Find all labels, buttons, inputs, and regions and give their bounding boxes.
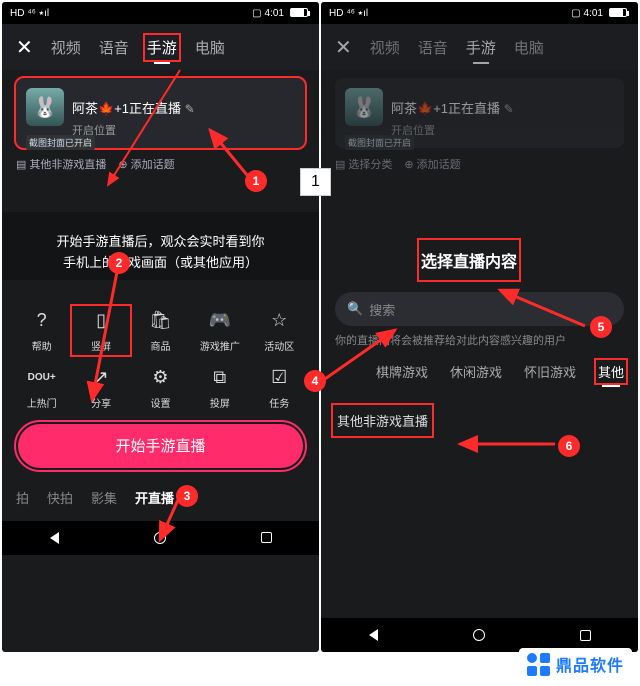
nav-home-icon[interactable] [473,629,485,641]
android-navbar [321,618,638,652]
row-chips: ▤ 其他非游戏直播 ⊕ 添加话题 [16,156,305,172]
profile-card[interactable]: 🐰 阿茶🍁+1正在直播 ✎ 截图封面已开启 开启位置 [16,78,305,148]
android-navbar [2,521,319,555]
step-label-box: 1 [300,168,331,196]
avatar[interactable]: 🐰 [345,88,383,126]
profile-card[interactable]: 🐰 阿茶🍁+1正在直播 ✎ 截图封面已开启 开启位置 [335,78,624,148]
dou-icon: DOU+ [29,365,55,391]
topic-chip[interactable]: ⊕ 添加话题 [404,156,460,172]
dou-button[interactable]: DOU+上热门 [15,365,69,410]
marker-3: 3 [176,485,198,507]
other-nongame-item[interactable]: 其他非游戏直播 [335,407,430,434]
nav-home-icon[interactable] [154,532,166,544]
cat-retro[interactable]: 怀旧游戏 [524,362,576,381]
search-hint: 你的直播间将会被推荐给对此内容感兴趣的用户 [335,332,624,348]
edit-icon[interactable]: ✎ [185,102,195,116]
dialog-title: 选择直播内容 [421,242,517,278]
panel-description: 开始手游直播后，观众会实时看到你 手机上的游戏画面（或其他应用） [2,212,319,280]
share-button[interactable]: ↗分享 [74,365,128,410]
top-tabs: ✕ 视频 语音 手游 电脑 [321,24,638,70]
tab-mobile-game[interactable]: 手游 [147,37,177,58]
edit-icon[interactable]: ✎ [504,102,514,116]
stream-title: 阿茶🍁+1正在直播 ✎ [72,98,195,117]
marker-6: 6 [558,435,580,457]
tab-album[interactable]: 影集 [91,488,117,507]
tab-mobile-game[interactable]: 手游 [466,37,496,58]
cover-badge: 截图封面已开启 [345,135,414,150]
stream-title: 阿茶🍁+1正在直播 ✎ [391,98,514,117]
tab-quickshot[interactable]: 快拍 [47,488,73,507]
portrait-icon: ▯ [88,308,114,334]
top-tabs: ✕ 视频 语音 手游 电脑 [2,24,319,70]
cat-other[interactable]: 其他 [598,362,624,381]
search-placeholder: 搜索 [369,300,395,319]
icon-row-2: DOU+上热门 ↗分享 ⚙设置 ⧉投屏 ☑任务 [2,357,319,414]
task-button[interactable]: ☑任务 [252,365,306,410]
goods-button[interactable]: 🛍商品 [133,308,187,353]
tab-live[interactable]: 开直播 [135,488,174,507]
activity-button[interactable]: ☆活动区 [252,308,306,353]
search-icon: 🔍 [347,301,363,317]
location-toggle-label[interactable]: 开启位置 [72,122,295,138]
marker-2: 2 [108,252,130,274]
row-chips: ▤ 选择分类 ⊕ 添加话题 [335,156,624,172]
nav-back-icon[interactable] [50,532,59,544]
icon-row-1: ?帮助 ▯竖屏 🛍商品 🎮游戏推广 ☆活动区 [2,300,319,357]
status-bar: HD⁴⁶ ٭ıl ▢4:01 [321,2,638,24]
bottom-tabs: 拍 快拍 影集 开直播 [2,478,319,521]
orientation-button[interactable]: ▯竖屏 [74,308,128,353]
nav-recent-icon[interactable] [261,532,272,543]
tab-video[interactable]: 视频 [51,37,81,58]
tab-audio[interactable]: 语音 [99,37,129,58]
avatar[interactable]: 🐰 [26,88,64,126]
cast-button[interactable]: ⧉投屏 [193,365,247,410]
settings-button[interactable]: ⚙设置 [133,365,187,410]
cover-badge: 截图封面已开启 [26,135,95,150]
tab-shoot[interactable]: 拍 [16,488,29,507]
start-stream-button[interactable]: 开始手游直播 [18,424,303,468]
gamepad-icon: 🎮 [207,308,233,334]
category-row: 棋牌游戏 休闲游戏 怀旧游戏 其他 [321,362,638,389]
tab-pc[interactable]: 电脑 [195,37,225,58]
promo-button[interactable]: 🎮游戏推广 [193,308,247,353]
close-icon[interactable]: ✕ [335,35,352,60]
share-icon: ↗ [88,365,114,391]
cat-board[interactable]: 棋牌游戏 [376,362,428,381]
bag-icon: 🛍 [147,308,173,334]
nav-back-icon[interactable] [369,629,378,641]
status-bar: HD⁴⁶ ٭ıl ▢4:01 [2,2,319,24]
marker-1: 1 [245,170,267,192]
close-icon[interactable]: ✕ [16,35,33,60]
location-toggle-label[interactable]: 开启位置 [391,122,614,138]
help-icon: ? [29,308,55,334]
help-button[interactable]: ?帮助 [15,308,69,353]
watermark: 鼎品软件 [519,648,632,680]
task-icon: ☑ [266,365,292,391]
phone-left: HD⁴⁶ ٭ıl ▢4:01 ✕ 视频 语音 手游 电脑 🐰 阿茶🍁+1正在直播… [2,2,319,652]
tab-video[interactable]: 视频 [370,37,400,58]
cast-icon: ⧉ [207,365,233,391]
tab-pc[interactable]: 电脑 [514,37,544,58]
search-input[interactable]: 🔍 搜索 [335,292,624,326]
marker-4: 4 [304,370,326,392]
cat-casual[interactable]: 休闲游戏 [450,362,502,381]
watermark-text: 鼎品软件 [556,652,624,676]
topic-chip[interactable]: ⊕ 添加话题 [118,156,174,172]
nav-recent-icon[interactable] [580,630,591,641]
marker-5: 5 [590,316,612,338]
category-chip[interactable]: ▤ 其他非游戏直播 [16,156,106,172]
star-icon: ☆ [266,308,292,334]
gear-icon: ⚙ [147,365,173,391]
watermark-logo-icon [527,653,550,676]
category-chip[interactable]: ▤ 选择分类 [335,156,392,172]
tab-audio[interactable]: 语音 [418,37,448,58]
